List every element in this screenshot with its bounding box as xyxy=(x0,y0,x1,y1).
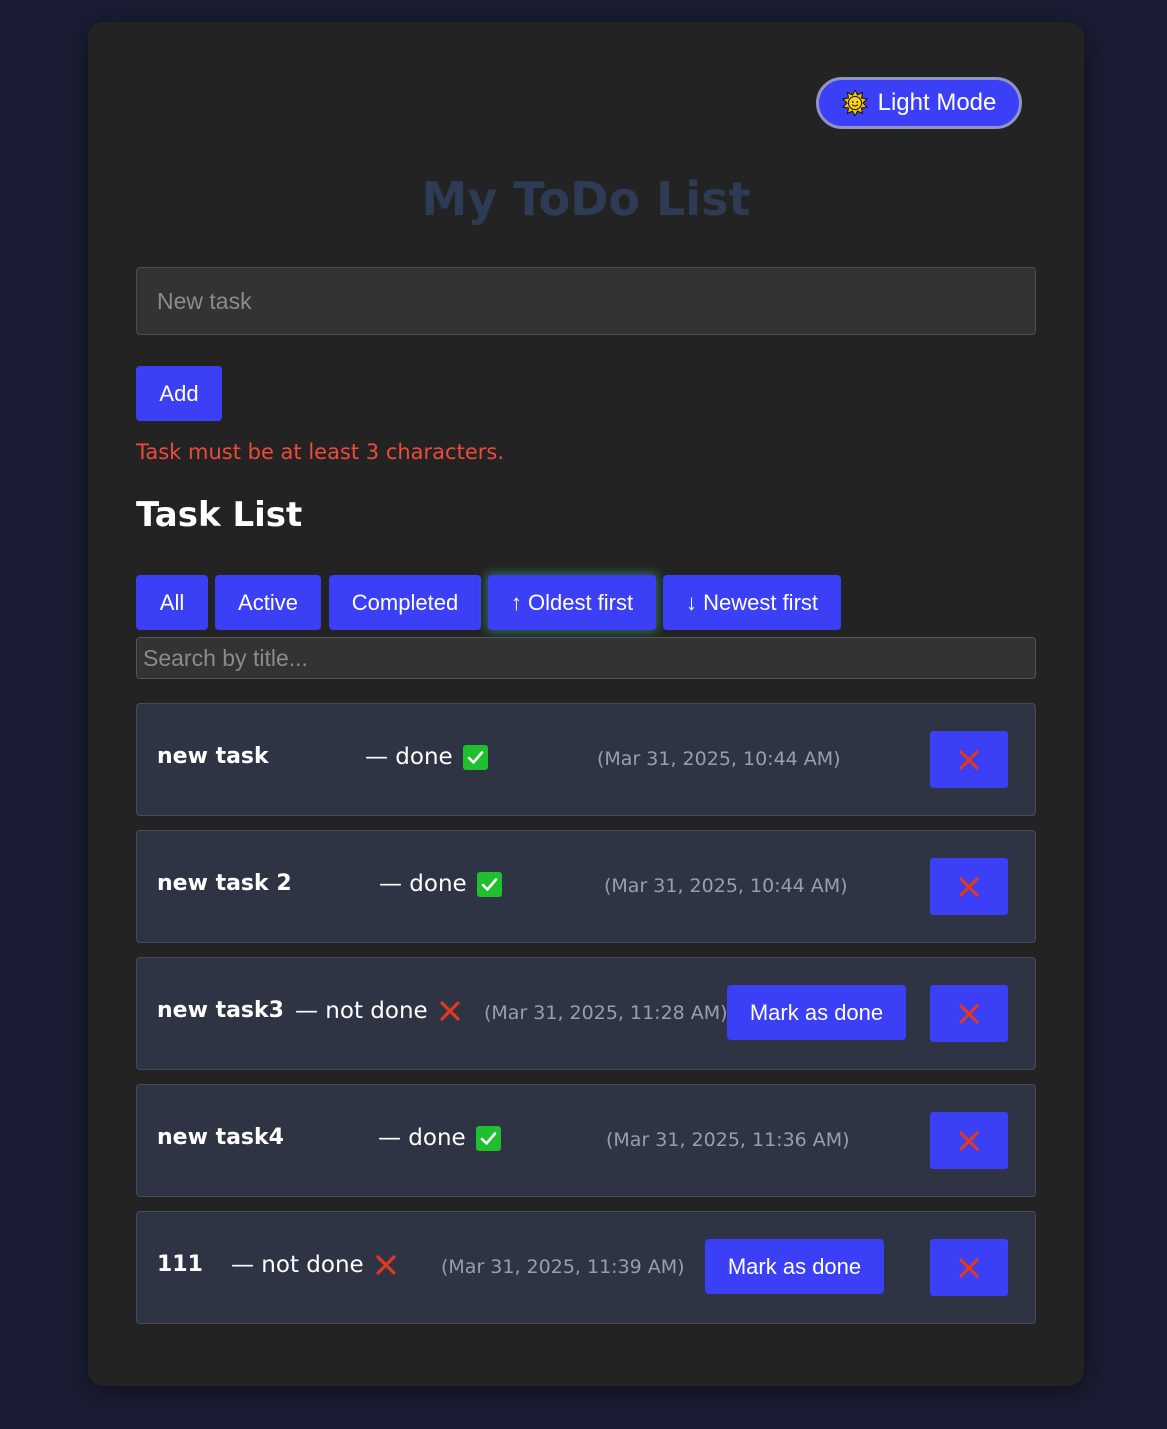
search-input[interactable] xyxy=(136,637,1036,679)
task-status-text: — done xyxy=(378,1125,466,1151)
check-icon xyxy=(462,744,488,770)
validation-error: Task must be at least 3 characters. xyxy=(136,440,505,464)
sort-oldest-button[interactable]: ↑ Oldest first xyxy=(488,575,656,630)
delete-button[interactable] xyxy=(930,1112,1008,1169)
mark-as-done-button[interactable]: Mark as done xyxy=(705,1239,884,1294)
task-status: — not done xyxy=(295,998,462,1024)
task-status: — done xyxy=(378,1125,501,1151)
filter-completed-button[interactable]: Completed xyxy=(329,575,481,630)
theme-toggle-label: Light Mode xyxy=(877,89,997,116)
cross-mark-icon xyxy=(438,999,462,1023)
task-title: new task xyxy=(157,744,269,769)
task-status-text: — done xyxy=(379,871,467,897)
task-status: — done xyxy=(365,744,488,770)
delete-button[interactable] xyxy=(930,731,1008,788)
add-button[interactable]: Add xyxy=(136,366,222,421)
task-title: new task4 xyxy=(157,1125,284,1150)
sort-newest-button[interactable]: ↓ Newest first xyxy=(663,575,841,630)
close-icon xyxy=(957,1256,981,1280)
task-status-text: — not done xyxy=(231,1252,364,1278)
task-row: new task 2 — done (Mar 31, 2025, 10:44 A… xyxy=(136,830,1036,943)
task-date: (Mar 31, 2025, 10:44 AM) xyxy=(597,748,841,770)
cross-mark-icon xyxy=(374,1253,398,1277)
task-date: (Mar 31, 2025, 10:44 AM) xyxy=(604,875,848,897)
task-date: (Mar 31, 2025, 11:39 AM) xyxy=(441,1256,685,1278)
task-row: 111 — not done (Mar 31, 2025, 11:39 AM) … xyxy=(136,1211,1036,1324)
task-title: 111 xyxy=(157,1252,203,1277)
close-icon xyxy=(957,748,981,772)
filter-all-button[interactable]: All xyxy=(136,575,208,630)
check-icon xyxy=(476,871,502,897)
task-list-heading: Task List xyxy=(136,495,303,535)
close-icon xyxy=(957,1002,981,1026)
todo-card: Light Mode My ToDo List Add Task must be… xyxy=(88,22,1084,1386)
close-icon xyxy=(957,875,981,899)
task-row: new task3 — not done (Mar 31, 2025, 11:2… xyxy=(136,957,1036,1070)
task-row: new task4 — done (Mar 31, 2025, 11:36 AM… xyxy=(136,1084,1036,1197)
task-status: — done xyxy=(379,871,502,897)
task-status-text: — done xyxy=(365,744,453,770)
theme-toggle-button[interactable]: Light Mode xyxy=(816,77,1022,129)
filter-active-button[interactable]: Active xyxy=(215,575,321,630)
task-title: new task 2 xyxy=(157,871,292,896)
sun-icon xyxy=(841,90,868,116)
mark-as-done-button[interactable]: Mark as done xyxy=(727,985,906,1040)
delete-button[interactable] xyxy=(930,858,1008,915)
close-icon xyxy=(957,1129,981,1153)
task-status: — not done xyxy=(231,1252,398,1278)
delete-button[interactable] xyxy=(930,985,1008,1042)
delete-button[interactable] xyxy=(930,1239,1008,1296)
task-date: (Mar 31, 2025, 11:28 AM) xyxy=(484,1002,728,1024)
new-task-input[interactable] xyxy=(136,267,1036,335)
check-icon xyxy=(475,1125,501,1151)
page-title: My ToDo List xyxy=(421,172,751,226)
task-row: new task — done (Mar 31, 2025, 10:44 AM) xyxy=(136,703,1036,816)
task-status-text: — not done xyxy=(295,998,428,1024)
task-date: (Mar 31, 2025, 11:36 AM) xyxy=(606,1129,850,1151)
task-title: new task3 xyxy=(157,998,284,1023)
